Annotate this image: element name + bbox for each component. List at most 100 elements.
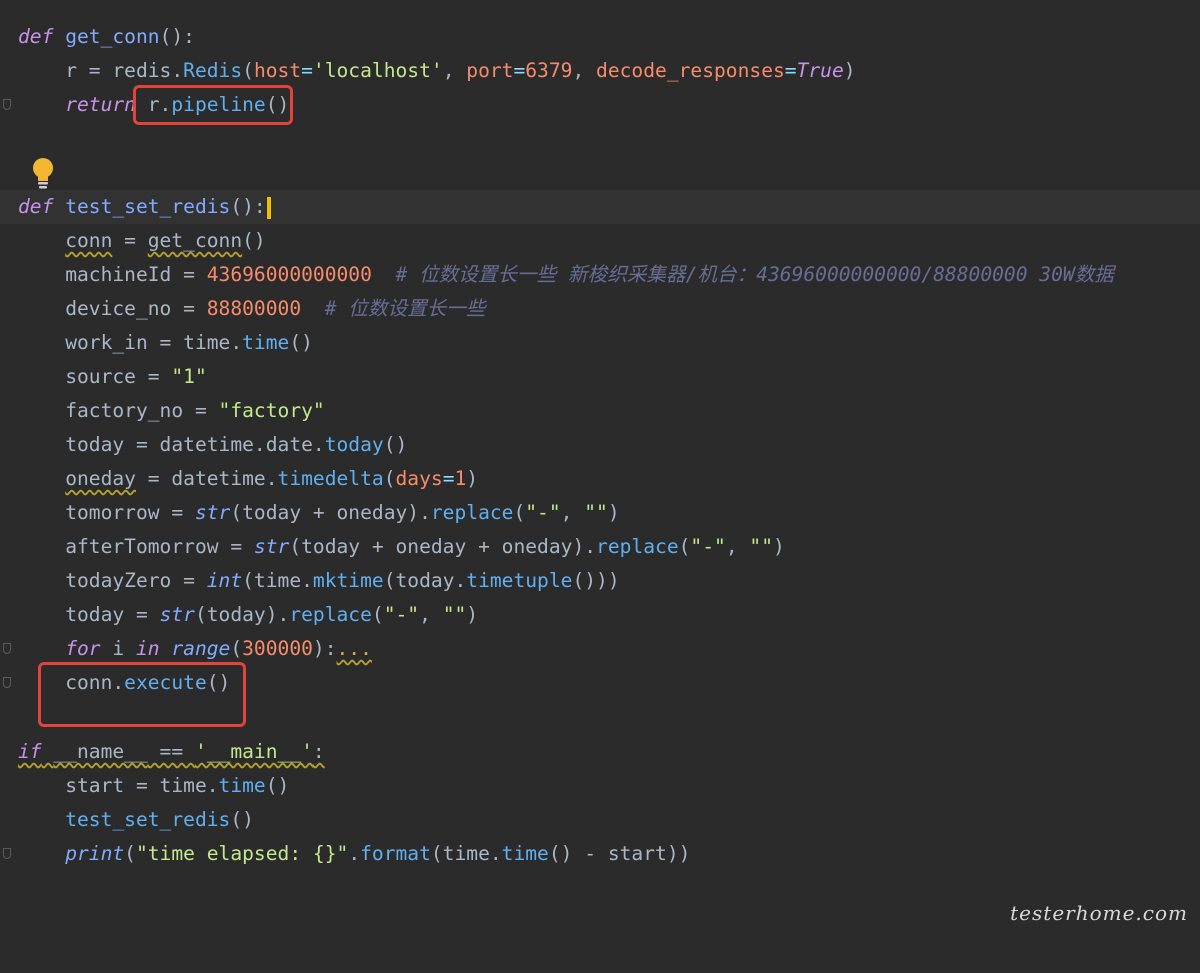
method-name: replace [596, 535, 679, 558]
code-text: ) [466, 467, 479, 490]
code-text: = [112, 229, 148, 252]
boolean-literal: True [796, 59, 844, 82]
fold-marker-icon[interactable] [3, 99, 11, 110]
fold-marker-icon[interactable] [3, 643, 11, 654]
method-name: timetuple [466, 569, 573, 592]
code-text: device_no = [65, 297, 207, 320]
code-text: today = datetime.date. [65, 433, 325, 456]
code-line-14[interactable]: tomorrow = str(today + oneday).replace("… [0, 496, 1200, 530]
code-line-22[interactable]: start = time.time() [0, 769, 1200, 803]
code-line-6[interactable]: conn = get_conn() [0, 224, 1200, 258]
code-text: ( [383, 467, 396, 490]
number-literal: 1 [454, 467, 467, 490]
code-line-13[interactable]: oneday = datetime.timedelta(days=1) [0, 462, 1200, 496]
code-text: ())) [572, 569, 620, 592]
code-line-24[interactable]: print("time elapsed: {}".format(time.tim… [0, 837, 1200, 871]
code-line-18[interactable]: for i in range(300000):... [0, 632, 1200, 666]
code-line-1[interactable]: def get_conn(): [0, 20, 1200, 54]
string-literal: "" [584, 501, 608, 524]
builtin-name: int [206, 569, 243, 592]
code-text: factory_no = [65, 399, 219, 422]
method-name: time [218, 774, 266, 797]
code-line-11[interactable]: factory_no = "factory" [0, 394, 1200, 428]
method-name: replace [430, 501, 514, 524]
code-text: source = [65, 365, 172, 388]
param-name: host [253, 59, 302, 82]
method-name: today [324, 433, 384, 456]
code-text: __name__ [53, 740, 148, 763]
code-line-5[interactable]: def test_set_redis(): [0, 190, 1200, 224]
string-literal: "factory" [218, 399, 325, 422]
method-name: format [360, 842, 431, 865]
operator: = [442, 467, 455, 490]
code-line-17[interactable]: today = str(today).replace("-", "") [0, 598, 1200, 632]
code-text: machineId = [65, 263, 207, 286]
lightbulb-icon[interactable] [30, 156, 56, 190]
code-text: oneday [65, 467, 136, 490]
code-line-23[interactable]: test_set_redis() [0, 803, 1200, 837]
method-name: timedelta [277, 467, 384, 490]
code-comment: # 位数设置长一些 [301, 297, 486, 320]
string-literal: "1" [171, 365, 207, 388]
code-text: ( [513, 501, 526, 524]
code-text: tomorrow = [65, 501, 195, 524]
number-literal: 43696000000000 [206, 263, 372, 286]
code-text: todayZero = [65, 569, 207, 592]
code-line-9[interactable]: work_in = time.time() [0, 326, 1200, 360]
code-text: () [289, 331, 313, 354]
number-literal: 88800000 [206, 297, 302, 320]
string-literal: '__main__' [194, 740, 313, 763]
fold-marker-icon[interactable] [3, 677, 11, 688]
code-text: today = [65, 603, 160, 626]
code-line-10[interactable]: source = "1" [0, 360, 1200, 394]
code-text: work_in = time. [65, 331, 243, 354]
code-text: start = time. [65, 774, 219, 797]
code-text: ( [371, 603, 384, 626]
method-name: mktime [312, 569, 384, 592]
code-text: ( [678, 535, 691, 558]
operator: = [301, 59, 313, 82]
builtin-name: str [253, 535, 290, 558]
code-text: , [560, 501, 585, 524]
code-text: ): [312, 637, 337, 660]
keyword: in [135, 637, 160, 660]
code-line-15[interactable]: afterTomorrow = str(today + oneday + one… [0, 530, 1200, 564]
code-text: () [230, 808, 254, 831]
code-line-21[interactable]: if __name__ == '__main__': [0, 735, 1200, 769]
highlight-box-execute [38, 662, 246, 727]
param-name: decode_responses [596, 59, 785, 82]
code-line-2[interactable]: r = redis.Redis(host='localhost', port=6… [0, 54, 1200, 88]
code-text: (today + oneday). [230, 501, 431, 524]
code-text: (time. [430, 842, 502, 865]
watermark: testerhome.com [1010, 901, 1188, 925]
code-text: ( [230, 637, 243, 660]
function-name: test_set_redis [65, 195, 231, 218]
code-text: , [572, 59, 597, 82]
code-text: r = redis. [65, 59, 184, 82]
code-line-12[interactable]: today = datetime.date.today() [0, 428, 1200, 462]
method-name: replace [289, 603, 372, 626]
keyword: return [65, 93, 136, 116]
code-comment: # 位数设置长一些 新梭织采集器/机台：43696000000000/88800… [371, 263, 1114, 286]
code-text: () - start)) [548, 842, 691, 865]
keyword: def [18, 195, 54, 218]
code-text: ) [466, 603, 479, 626]
code-text: (): [159, 25, 195, 48]
code-line-7[interactable]: machineId = 43696000000000 # 位数设置长一些 新梭织… [0, 258, 1200, 292]
code-editor[interactable]: def get_conn(): r = redis.Redis(host='lo… [0, 0, 1200, 939]
keyword: for [65, 637, 101, 660]
builtin-name: str [194, 501, 231, 524]
code-text: , [419, 603, 443, 626]
string-literal: "" [442, 603, 467, 626]
string-literal: "" [749, 535, 773, 558]
code-text: , [442, 59, 467, 82]
code-text: ) [773, 535, 785, 558]
code-line-8[interactable]: device_no = 88800000 # 位数设置长一些 [0, 292, 1200, 326]
folded-code-ellipsis[interactable]: ... [337, 637, 372, 660]
code-line-16[interactable]: todayZero = int(time.mktime(today.timetu… [0, 564, 1200, 598]
fold-marker-icon[interactable] [3, 848, 11, 859]
string-literal: "-" [525, 501, 561, 524]
function-call: get_conn [147, 229, 243, 252]
